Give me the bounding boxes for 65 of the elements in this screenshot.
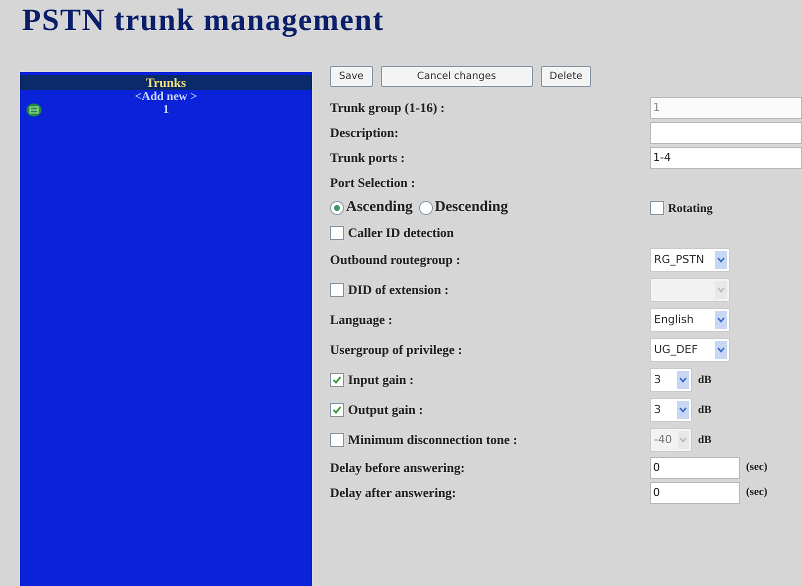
chevron-down-icon [679,377,687,383]
chevron-down-icon [717,347,725,353]
sidebar-item[interactable]: 1 [163,103,169,116]
chevron-down-icon [717,317,725,323]
check-icon [332,405,342,415]
field-label: Port Selection : [330,174,416,192]
trunk-icon [26,103,42,117]
field-label: Trunk ports : [330,148,405,167]
field-label: Trunk group (1-16) : [330,98,445,117]
dropdown-arrow-button[interactable] [677,371,689,389]
radio-button[interactable] [418,200,433,214]
dropdown[interactable]: RG_PSTN [650,248,730,272]
dropdown-arrow-button[interactable] [715,251,727,269]
field-label: Language : [330,311,392,330]
sidebar-header: Trunks [20,75,312,90]
field-label: Usergroup of privilege : [330,341,462,360]
unit-label: (sec) [746,460,768,476]
sidebar-item[interactable]: <Add new > [134,90,198,103]
check-icon [332,375,342,385]
dropdown-value: 3 [654,372,661,388]
unit-label: (sec) [746,485,768,500]
text-field[interactable]: 0 [650,482,740,504]
chevron-down-icon [679,437,688,443]
chevron-down-icon [679,407,687,413]
dropdown-arrow-button[interactable] [715,341,727,359]
dropdown-value: RG_PSTN [654,252,704,268]
radio-button[interactable] [330,200,344,214]
dropdown-arrow-button[interactable] [677,401,689,419]
field-label: Outbound routegroup : [330,251,460,270]
dropdown[interactable]: 3 [650,368,692,392]
dropdown-value: -40 [654,432,672,448]
field-label: Delay after answering: [330,484,456,502]
field-label: Description: [330,124,399,142]
field-label: DID of extension : [348,281,449,300]
dropdown-value: 3 [654,402,661,418]
field-label: Delay before answering: [330,458,465,477]
field-label: Caller ID detection [348,224,454,242]
dropdown[interactable]: 3 [650,398,692,422]
checkbox[interactable] [330,403,344,417]
dropdown-value: UG_DEF [654,342,698,358]
radio-label: Ascending [346,198,413,218]
page-title: PSTN trunk management [22,2,386,38]
checkbox[interactable] [330,226,344,240]
form-button[interactable]: Delete [540,66,592,87]
checkbox-label: Rotating [668,200,713,216]
unit-label: dB [698,372,712,388]
chevron-down-icon [717,287,725,293]
field-label: Input gain : [348,371,414,390]
text-field[interactable] [650,122,802,144]
field-label: Minimum disconnection tone : [348,431,518,450]
checkbox[interactable] [330,373,344,387]
unit-label: dB [698,432,712,448]
text-field[interactable]: 1-4 [650,146,802,168]
radio-label: Descending [434,198,508,218]
dropdown-value: English [654,312,694,328]
dropdown-arrow-button[interactable] [715,311,727,329]
text-field[interactable]: 0 [650,456,740,478]
field-label: Output gain : [348,401,424,420]
form-button[interactable]: Save [330,66,373,87]
chevron-down-icon [717,257,725,263]
form-button[interactable]: Cancel changes [380,66,533,87]
unit-label: dB [698,402,712,418]
checkbox[interactable] [650,200,664,214]
dropdown[interactable]: UG_DEF [650,338,730,362]
dropdown[interactable]: English [650,308,730,332]
